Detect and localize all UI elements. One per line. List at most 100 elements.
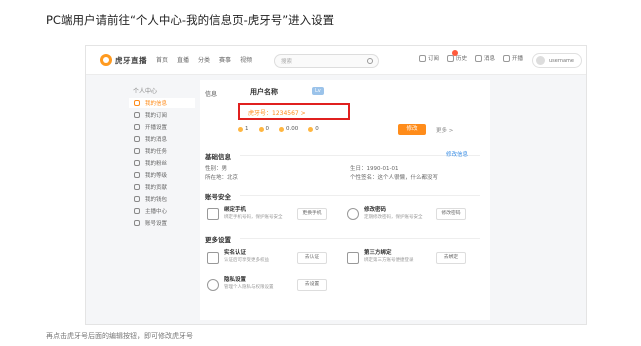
tile-title-verify: 实名认证 bbox=[224, 250, 247, 256]
heart-icon bbox=[134, 112, 140, 118]
privacy-button[interactable]: 去设置 bbox=[297, 279, 327, 291]
message-icon bbox=[134, 136, 140, 142]
settings-icon bbox=[134, 220, 140, 226]
search-input[interactable]: 搜索 bbox=[274, 54, 379, 68]
stat-value: 0 bbox=[265, 126, 270, 132]
wallet-icon bbox=[134, 196, 140, 202]
user-name: username bbox=[549, 57, 574, 64]
sidebar-item-label: 我的等级 bbox=[145, 173, 168, 179]
task-icon bbox=[134, 148, 140, 154]
username: 用户名称 bbox=[250, 88, 278, 96]
sidebar-item-broadcast-settings[interactable]: 开播设置 bbox=[129, 122, 195, 132]
stat-value: 1 bbox=[245, 126, 249, 132]
edit-info-link[interactable]: 修改信息 bbox=[446, 150, 468, 158]
nav-item-video[interactable]: 视频 bbox=[240, 55, 252, 64]
huya-id-highlight[interactable]: 虎牙号：1234567 > bbox=[238, 103, 350, 120]
sidebar-item-label: 账号设置 bbox=[145, 221, 168, 227]
sidebar-item-account-settings[interactable]: 账号设置 bbox=[129, 218, 195, 228]
tile-desc-verify: 认证后可享受更多权益 bbox=[224, 258, 269, 263]
coin-icon bbox=[238, 126, 243, 132]
sidebar-item-level[interactable]: 我的等级 bbox=[129, 170, 195, 180]
history-button[interactable]: 历史 bbox=[447, 50, 468, 62]
nav-item-category[interactable]: 分类 bbox=[198, 55, 210, 64]
huya-id[interactable]: 虎牙号：1234567 > bbox=[248, 108, 306, 117]
logo-icon bbox=[100, 54, 112, 66]
tile-title-phone: 绑定手机 bbox=[224, 207, 247, 213]
gold-icon bbox=[279, 126, 284, 132]
sidebar-item-tasks[interactable]: 我的任务 bbox=[129, 146, 195, 156]
bind-button[interactable]: 去绑定 bbox=[436, 252, 466, 264]
sidebar-item-label: 我的信息 bbox=[145, 101, 168, 107]
avatar bbox=[536, 56, 545, 65]
more-link[interactable]: 更多 > bbox=[436, 126, 453, 134]
sidebar-item-streamer-center[interactable]: 主播中心 bbox=[129, 206, 195, 216]
sidebar-item-label: 主播中心 bbox=[145, 209, 168, 215]
id-card-icon bbox=[207, 252, 219, 264]
sidebar-item-my-info[interactable]: 我的信息 bbox=[129, 98, 195, 108]
user-menu[interactable]: username bbox=[532, 53, 582, 68]
sidebar-item-label: 我的粉丝 bbox=[145, 161, 168, 167]
detail-birthday: 生日：1990-01-01 bbox=[350, 166, 399, 172]
tile-desc-phone: 绑定手机号码，保护账号安全 bbox=[224, 215, 283, 220]
sidebar-item-subscriptions[interactable]: 我的订阅 bbox=[129, 110, 195, 120]
edit-button[interactable]: 修改 bbox=[398, 124, 426, 135]
broadcast-icon bbox=[503, 54, 511, 62]
section-title-basic: 基础信息 bbox=[205, 153, 231, 161]
broadcast-label: 开播 bbox=[512, 56, 524, 62]
sidebar-item-label: 我的任务 bbox=[145, 149, 168, 155]
stat-item: 0 bbox=[258, 126, 270, 132]
phone-icon bbox=[207, 208, 219, 220]
stat-item: 0.00 bbox=[279, 126, 298, 132]
nav-item-home[interactable]: 首页 bbox=[156, 55, 168, 64]
tile-desc-privacy: 管理个人隐私与权限设置 bbox=[224, 285, 274, 290]
lock-icon bbox=[347, 208, 359, 220]
change-phone-button[interactable]: 更换手机 bbox=[297, 208, 327, 220]
logo-text: 虎牙直播 bbox=[115, 55, 147, 65]
bean-icon bbox=[258, 126, 264, 132]
history-label: 历史 bbox=[456, 56, 468, 62]
subscribe-icon bbox=[419, 54, 426, 62]
instruction-text: PC端用户请前往“个人中心-我的信息页-虎牙号”进入设置 bbox=[46, 13, 335, 27]
detail-location: 所在地：北京 bbox=[205, 175, 239, 181]
search-icon[interactable] bbox=[367, 58, 373, 64]
tile-title-bind: 第三方绑定 bbox=[364, 250, 392, 256]
section-title-security: 账号安全 bbox=[205, 193, 231, 201]
subscribe-button[interactable]: 订阅 bbox=[419, 54, 439, 62]
nav-item-live[interactable]: 直播 bbox=[177, 55, 189, 64]
sidebar-item-label: 我的贡献 bbox=[145, 185, 168, 191]
nav-right-actions: 订阅 历史 消息 开播 bbox=[419, 50, 523, 62]
footer-instruction: 再点击虎牙号后面的编辑按钮，即可修改虎牙号 bbox=[46, 332, 193, 340]
user-icon bbox=[134, 100, 140, 106]
stat-value: 0.00 bbox=[286, 126, 299, 132]
change-password-button[interactable]: 修改密码 bbox=[436, 208, 466, 220]
divider bbox=[240, 155, 480, 156]
browser-screenshot: 虎牙直播 首页 直播 分类 赛事 视频 搜索 订阅 历史 消息 开播 usern… bbox=[85, 45, 587, 325]
card-tab: 信息 bbox=[205, 91, 218, 98]
fans-icon bbox=[134, 160, 140, 166]
broadcast-button[interactable]: 开播 bbox=[503, 54, 523, 62]
sidebar-item-fans[interactable]: 我的粉丝 bbox=[129, 158, 195, 168]
level-badge: Lv bbox=[312, 87, 324, 95]
tile-desc-bind: 绑定第三方账号便捷登录 bbox=[364, 258, 414, 263]
stat-item: 1 bbox=[238, 126, 249, 132]
message-button[interactable]: 消息 bbox=[475, 54, 495, 62]
sidebar-item-label: 我的消息 bbox=[145, 137, 168, 143]
nav-item-events[interactable]: 赛事 bbox=[219, 55, 231, 64]
profile-card: 信息 用户名称 Lv 虎牙号：1234567 > 1 0 0.00 0 修改 更… bbox=[200, 80, 490, 320]
divider bbox=[240, 195, 480, 196]
section-title-more: 更多设置 bbox=[205, 236, 231, 244]
sidebar-item-wallet[interactable]: 我的钱包 bbox=[129, 194, 195, 204]
sidebar-item-messages[interactable]: 我的消息 bbox=[129, 134, 195, 144]
stat-item: 0 bbox=[308, 126, 319, 132]
site-logo[interactable]: 虎牙直播 bbox=[100, 53, 147, 67]
link-icon bbox=[347, 252, 359, 264]
level-icon bbox=[134, 172, 140, 178]
verify-button[interactable]: 去认证 bbox=[297, 252, 327, 264]
stats-row: 1 0 0.00 0 bbox=[238, 126, 319, 132]
contribution-icon bbox=[134, 184, 140, 190]
subscribe-label: 订阅 bbox=[428, 56, 440, 62]
tile-title-password: 修改密码 bbox=[364, 207, 387, 213]
sidebar-item-label: 开播设置 bbox=[145, 125, 168, 131]
sidebar-item-contribution[interactable]: 我的贡献 bbox=[129, 182, 195, 192]
star-icon bbox=[308, 126, 314, 132]
